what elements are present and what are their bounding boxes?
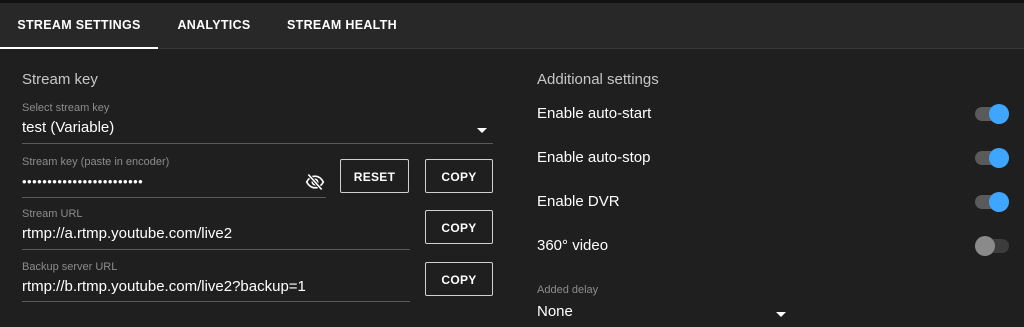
stream-key-select-label: Select stream key: [22, 102, 110, 114]
backup-url-label: Backup server URL: [22, 261, 118, 273]
backup-url-field[interactable]: Backup server URL rtmp://b.rtmp.youtube.…: [22, 261, 410, 302]
added-delay-select[interactable]: Added delay None: [537, 284, 791, 327]
auto-stop-label: Enable auto-stop: [537, 149, 651, 166]
stream-url-field[interactable]: Stream URL rtmp://a.rtmp.youtube.com/liv…: [22, 208, 410, 250]
stream-key-field[interactable]: Stream key (paste in encoder) ••••••••••…: [22, 156, 326, 198]
auto-stop-toggle[interactable]: [975, 148, 1009, 168]
tab-stream-health[interactable]: STREAM HEALTH: [276, 3, 408, 48]
toggle-thumb: [975, 236, 995, 256]
stream-url-label: Stream URL: [22, 208, 83, 220]
tab-analytics[interactable]: ANALYTICS: [165, 3, 263, 48]
toggle-thumb: [989, 148, 1009, 168]
stream-key-select[interactable]: Select stream key test (Variable): [22, 102, 493, 144]
copy-key-button[interactable]: COPY: [425, 159, 493, 193]
stream-key-field-value: ••••••••••••••••••••••••: [22, 174, 144, 189]
auto-start-label: Enable auto-start: [537, 105, 652, 122]
stream-key-field-label: Stream key (paste in encoder): [22, 156, 170, 168]
360-video-toggle[interactable]: [975, 236, 1009, 256]
chevron-down-icon: [477, 128, 487, 133]
dvr-toggle[interactable]: [975, 192, 1009, 212]
chevron-down-icon: [776, 312, 786, 317]
live-control-room: STREAM SETTINGS ANALYTICS STREAM HEALTH …: [0, 0, 1024, 327]
copy-url-button[interactable]: COPY: [425, 210, 493, 244]
auto-start-toggle[interactable]: [975, 104, 1009, 124]
360-video-label: 360° video: [537, 237, 609, 254]
dvr-label: Enable DVR: [537, 193, 620, 210]
toggle-thumb: [989, 104, 1009, 124]
tab-stream-settings[interactable]: STREAM SETTINGS: [0, 3, 158, 49]
stream-url-value: rtmp://a.rtmp.youtube.com/live2: [22, 225, 233, 242]
added-delay-label: Added delay: [537, 284, 599, 296]
copy-backup-button[interactable]: COPY: [425, 262, 493, 296]
reset-button[interactable]: RESET: [340, 159, 409, 193]
added-delay-value: None: [537, 303, 573, 320]
toggle-thumb: [989, 192, 1009, 212]
backup-url-value: rtmp://b.rtmp.youtube.com/live2?backup=1: [22, 278, 306, 295]
visibility-off-icon[interactable]: [305, 172, 325, 192]
stream-key-select-value: test (Variable): [22, 119, 115, 136]
additional-settings-title: Additional settings: [537, 71, 659, 88]
tab-bar: STREAM SETTINGS ANALYTICS STREAM HEALTH: [0, 3, 1024, 49]
stream-key-section-title: Stream key: [22, 71, 98, 88]
